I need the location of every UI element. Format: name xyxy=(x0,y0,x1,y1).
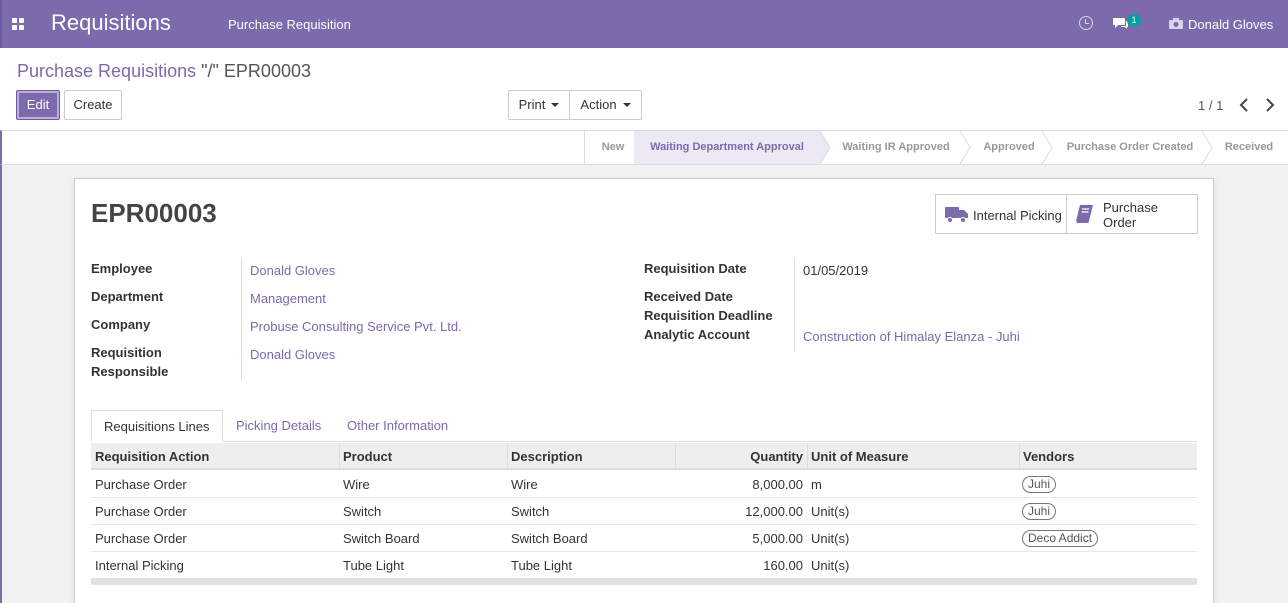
apps-menu-icon[interactable] xyxy=(12,18,24,30)
smart-buttons: Internal Picking Purchase Order xyxy=(935,194,1198,234)
chevron-left-icon[interactable] xyxy=(1238,96,1250,114)
user-menu[interactable]: Donald Gloves xyxy=(1188,17,1273,32)
analytic-account-label: Analytic Account xyxy=(644,327,750,342)
column-requisition-action[interactable]: Requisition Action xyxy=(91,443,213,470)
status-bar: New Waiting Department Approval Waiting … xyxy=(0,130,1288,165)
column-quantity[interactable]: Quantity xyxy=(675,443,807,470)
cell-product: Switch xyxy=(343,504,382,519)
purchase-order-label-line1: Purchase xyxy=(1103,200,1158,215)
stage-approved[interactable]: Approved xyxy=(972,131,1046,164)
breadcrumb-parent[interactable]: Purchase Requisitions xyxy=(17,61,196,81)
cell-quantity: 12,000.00 xyxy=(745,504,803,519)
book-icon xyxy=(1076,205,1093,223)
company-label: Company xyxy=(91,317,151,332)
vendor-tag: Juhi xyxy=(1022,503,1057,520)
cell-quantity: 5,000.00 xyxy=(752,531,803,546)
activity-clock-icon[interactable] xyxy=(1079,16,1093,30)
cell-action: Purchase Order xyxy=(95,531,187,546)
purchase-order-label-line2: Order xyxy=(1103,215,1137,230)
table-header: Requisition Action Product Description Q… xyxy=(91,443,1197,470)
stage-waiting-ir-approved[interactable]: Waiting IR Approved xyxy=(832,131,960,164)
tab-requisitions-lines[interactable]: Requisitions Lines xyxy=(91,410,223,442)
stage-received[interactable]: Received xyxy=(1214,131,1284,164)
vendor-tag: Deco Addict xyxy=(1022,530,1099,547)
column-unit-of-measure[interactable]: Unit of Measure xyxy=(807,443,913,470)
column-vendors[interactable]: Vendors xyxy=(1019,443,1078,470)
table-row[interactable]: Purchase Order Wire Wire 8,000.00 m Juhi xyxy=(91,471,1197,498)
cell-uom: m xyxy=(811,477,822,492)
stage-waiting-department-approval[interactable]: Waiting Department Approval xyxy=(634,131,820,164)
company-field[interactable]: Probuse Consulting Service Pvt. Ltd. xyxy=(250,319,462,334)
action-dropdown[interactable]: Action xyxy=(569,90,642,120)
field-divider xyxy=(794,258,795,351)
table-footer xyxy=(91,578,1197,585)
requisition-date-label: Requisition Date xyxy=(644,261,747,276)
cell-product: Switch Board xyxy=(343,531,420,546)
internal-picking-label: Internal Picking xyxy=(973,208,1062,223)
stage-separator xyxy=(1042,131,1053,164)
cell-description: Wire xyxy=(511,477,538,492)
breadcrumb-separator: "/" xyxy=(201,61,219,81)
employee-label: Employee xyxy=(91,261,153,276)
cell-quantity: 8,000.00 xyxy=(752,477,803,492)
camera-icon xyxy=(1169,18,1183,29)
top-navbar: Requisitions Purchase Requisition 1 Dona… xyxy=(0,0,1288,48)
tab-picking-details[interactable]: Picking Details xyxy=(224,410,333,442)
requisition-deadline-label: Requisition Deadline xyxy=(644,308,773,323)
received-date-label: Received Date xyxy=(644,289,733,304)
edit-button[interactable]: Edit xyxy=(16,90,60,120)
cell-action: Purchase Order xyxy=(95,477,187,492)
pager-value[interactable]: 1 / 1 xyxy=(1198,98,1223,113)
analytic-account-field[interactable]: Construction of Himalay Elanza - Juhi xyxy=(803,329,1020,344)
stage-new[interactable]: New xyxy=(592,131,634,164)
responsible-field[interactable]: Donald Gloves xyxy=(250,347,335,362)
column-description[interactable]: Description xyxy=(507,443,587,470)
chevron-right-icon[interactable] xyxy=(1264,96,1276,114)
cell-quantity: 160.00 xyxy=(763,558,803,573)
stage-purchase-order-created[interactable]: Purchase Order Created xyxy=(1056,131,1204,164)
truck-icon xyxy=(945,207,968,223)
notification-badge: 1 xyxy=(1127,14,1141,27)
cell-action: Purchase Order xyxy=(95,504,187,519)
cell-description: Switch Board xyxy=(511,531,588,546)
internal-picking-button[interactable]: Internal Picking xyxy=(936,195,1067,233)
document-title: EPR00003 xyxy=(91,198,217,228)
cell-description: Tube Light xyxy=(511,558,572,573)
caret-down-icon xyxy=(622,102,631,107)
table-row[interactable]: Purchase Order Switch Board Switch Board… xyxy=(91,525,1197,552)
breadcrumb: Purchase Requisitions "/" EPR00003 xyxy=(17,61,311,82)
responsible-label-line2: Responsible xyxy=(91,364,169,379)
responsible-label-line1: Requisition xyxy=(91,345,162,360)
purchase-order-button[interactable]: Purchase Order xyxy=(1067,195,1197,233)
department-field[interactable]: Management xyxy=(250,291,326,306)
table-row[interactable]: Purchase Order Switch Switch 12,000.00 U… xyxy=(91,498,1197,525)
table-row[interactable]: Internal Picking Tube Light Tube Light 1… xyxy=(91,552,1197,579)
app-title[interactable]: Requisitions xyxy=(51,10,171,36)
column-product[interactable]: Product xyxy=(339,443,396,470)
cell-product: Tube Light xyxy=(343,558,404,573)
cell-uom: Unit(s) xyxy=(811,504,850,519)
stage-arrow-active xyxy=(820,131,831,164)
print-label: Print xyxy=(518,97,546,112)
field-divider xyxy=(241,258,242,380)
cell-product: Wire xyxy=(343,477,370,492)
action-label: Action xyxy=(580,97,617,112)
caret-down-icon xyxy=(551,102,560,107)
employee-field[interactable]: Donald Gloves xyxy=(250,263,335,278)
department-label: Department xyxy=(91,289,164,304)
cell-uom: Unit(s) xyxy=(811,531,850,546)
cell-description: Switch xyxy=(511,504,550,519)
cell-action: Internal Picking xyxy=(95,558,184,573)
cell-uom: Unit(s) xyxy=(811,558,850,573)
tab-other-information[interactable]: Other Information xyxy=(335,410,460,442)
vendor-tag: Juhi xyxy=(1022,476,1057,493)
stage-separator xyxy=(1202,131,1213,164)
breadcrumb-current: EPR00003 xyxy=(223,61,311,81)
stage-separator xyxy=(960,131,971,164)
menu-purchase-requisition[interactable]: Purchase Requisition xyxy=(228,17,351,32)
create-button[interactable]: Create xyxy=(64,90,122,120)
print-dropdown[interactable]: Print xyxy=(508,90,570,120)
requisition-date-field[interactable]: 01/05/2019 xyxy=(803,263,868,278)
